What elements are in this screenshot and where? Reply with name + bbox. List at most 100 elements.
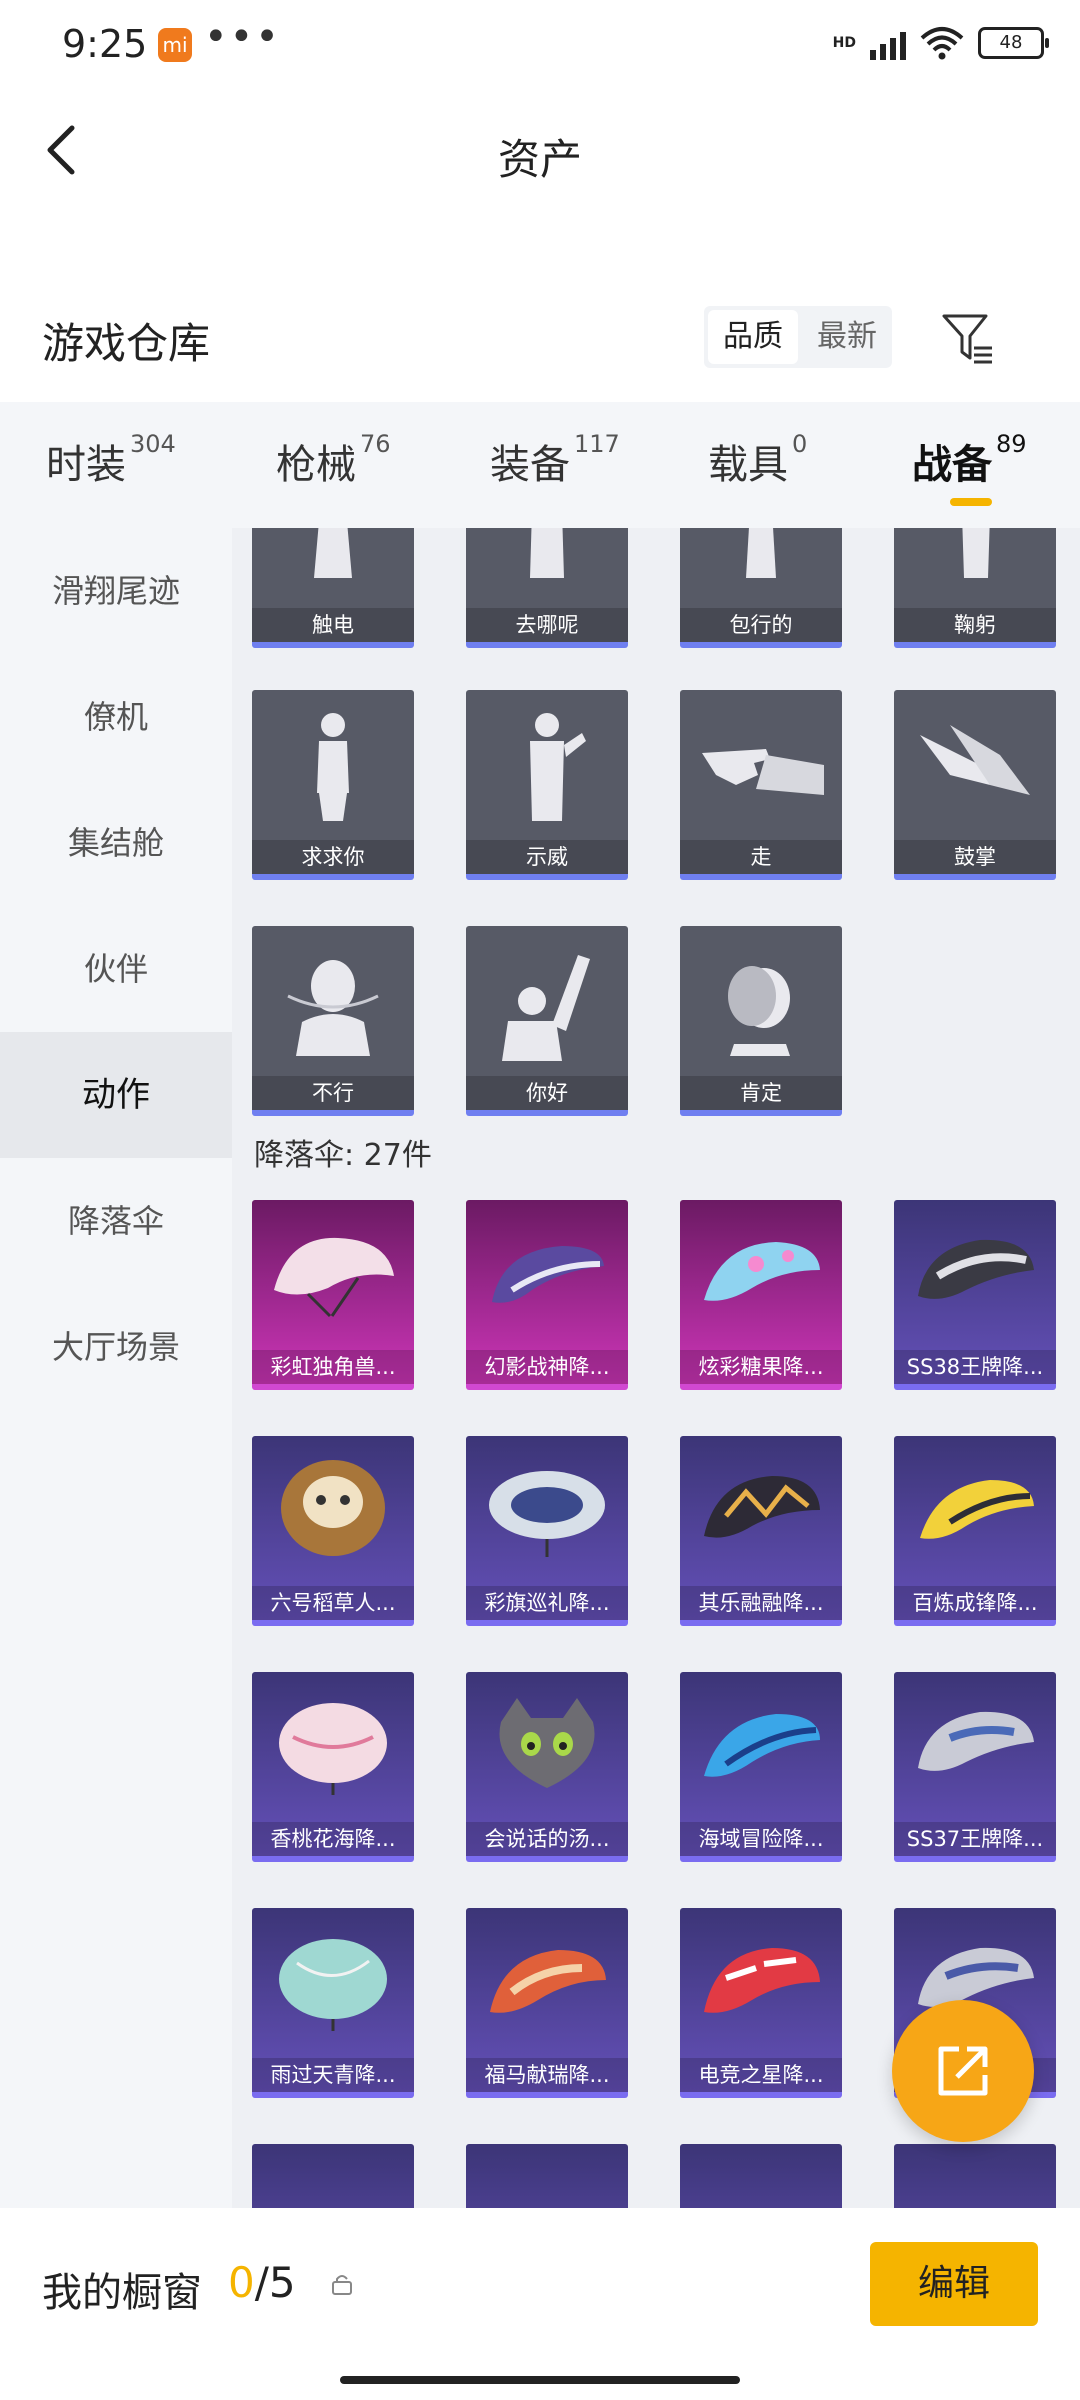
parachute-item[interactable]: 香桃花海降... [252,1672,414,1862]
item-caption: 鼓掌 [894,840,1056,874]
action-item[interactable]: 去哪呢 [466,528,628,648]
sort-newest-button[interactable]: 最新 [802,306,892,368]
item-caption: 不行 [252,1076,414,1110]
tab-label: 时装 [46,442,126,488]
tab-label: 战备 [912,442,992,488]
tab-label: 装备 [490,442,570,488]
tab-vehicles[interactable]: 载具 0 [708,430,808,490]
flexing-figure-icon [466,690,628,840]
item-caption: 去哪呢 [466,608,628,642]
showcase-label: 我的橱窗 [42,2270,202,2316]
sort-quality-button[interactable]: 品质 [708,310,798,364]
parachute-item[interactable]: 彩虹独角兽... [252,1200,414,1390]
tab-count: 89 [996,430,1027,458]
home-indicator[interactable] [340,2376,740,2384]
mi-app-icon: mi [158,28,192,62]
action-item[interactable]: 求求你 [252,690,414,880]
item-caption: SS37王牌降... [894,1822,1056,1856]
parachute-item[interactable] [894,2144,1056,2208]
item-caption: 会说话的汤... [466,1822,628,1856]
parachute-section-label: 降落伞: 27件 [254,1138,432,1173]
showcase-count: 0/5 [228,2258,296,2307]
parachute-icon [680,2144,842,2208]
dancer-figure-icon [252,528,414,608]
item-caption: 福马献瑞降... [466,2058,628,2092]
item-caption: 香桃花海降... [252,1822,414,1856]
item-caption: 六号稻草人... [252,1586,414,1620]
action-item[interactable]: 鼓掌 [894,690,1056,880]
tab-fashion[interactable]: 时装 304 [46,430,176,490]
action-item[interactable]: 你好 [466,926,628,1116]
parachute-icon [252,1436,414,1586]
cat-parachute-icon [466,1672,628,1822]
parachute-item[interactable]: 福马献瑞降... [466,1908,628,2098]
network-label: HD [832,35,856,51]
item-caption: 示威 [466,840,628,874]
waving-figure-icon [466,926,628,1076]
parachute-item[interactable]: 电竞之星降... [680,1908,842,2098]
battery-icon: 48 [978,27,1049,59]
share-fab-button[interactable] [892,2000,1034,2142]
item-caption: 走 [680,840,842,874]
parachute-icon [894,2144,1056,2208]
parachute-icon [680,1672,842,1822]
action-item[interactable]: 鞠躬 [894,528,1056,648]
parachute-item[interactable]: 炫彩糖果降... [680,1200,842,1390]
parachute-item[interactable]: SS37王牌降... [894,1672,1056,1862]
wifi-icon [920,27,964,60]
item-caption: 求求你 [252,840,414,874]
parachute-icon [466,1436,628,1586]
parachute-item[interactable]: 其乐融融降... [680,1436,842,1626]
action-item[interactable]: 示威 [466,690,628,880]
sidebar-item-glide-trail[interactable]: 滑翔尾迹 [0,528,232,654]
sidebar-item-assembly-pod[interactable]: 集结舱 [0,780,232,906]
parachute-item[interactable]: 会说话的汤... [466,1672,628,1862]
parachute-item[interactable] [466,2144,628,2208]
tab-combat-gear[interactable]: 战备 89 [912,430,1027,490]
item-caption: SS38王牌降... [894,1350,1056,1384]
begging-figure-icon [252,690,414,840]
parachute-item[interactable]: 海域冒险降... [680,1672,842,1862]
sidebar: 滑翔尾迹 僚机 集结舱 伙伴 动作 降落伞 大厅场景 [0,528,232,2208]
action-item[interactable]: 触电 [252,528,414,648]
item-caption: 鞠躬 [894,608,1056,642]
item-caption: 彩旗巡礼降... [466,1586,628,1620]
parachute-item[interactable]: 幻影战神降... [466,1200,628,1390]
action-item[interactable]: 肯定 [680,926,842,1116]
tab-equipment[interactable]: 装备 117 [490,430,620,490]
item-caption: 触电 [252,608,414,642]
parachute-item[interactable]: 彩旗巡礼降... [466,1436,628,1626]
parachute-icon [466,2144,628,2208]
pointing-hand-icon [680,690,842,840]
parachute-item[interactable] [252,2144,414,2208]
tab-firearms[interactable]: 枪械 76 [276,430,391,490]
item-caption: 你好 [466,1076,628,1110]
tab-label: 载具 [708,442,788,488]
sidebar-item-wingman[interactable]: 僚机 [0,654,232,780]
parachute-item[interactable]: 百炼成锋降... [894,1436,1056,1626]
sidebar-item-lobby-scene[interactable]: 大厅场景 [0,1284,232,1410]
action-item[interactable]: 走 [680,690,842,880]
filter-icon[interactable] [940,310,996,366]
parachute-icon [252,2144,414,2208]
sidebar-item-actions[interactable]: 动作 [0,1032,232,1158]
parachute-item[interactable]: SS38王牌降... [894,1200,1056,1390]
parachute-item[interactable] [680,2144,842,2208]
parachute-icon [466,1908,628,2058]
parachute-item[interactable]: 雨过天青降... [252,1908,414,2098]
sidebar-item-parachute[interactable]: 降落伞 [0,1158,232,1284]
edit-button[interactable]: 编辑 [870,2242,1038,2326]
action-item[interactable]: 包行的 [680,528,842,648]
sort-toggle: 品质 最新 [704,306,892,368]
action-item[interactable]: 不行 [252,926,414,1116]
bowing-figure-icon [894,528,1056,608]
status-bar: 9:25 mi ••• HD 48 [0,0,1080,92]
sidebar-item-companion[interactable]: 伙伴 [0,906,232,1032]
parachute-item[interactable]: 六号稻草人... [252,1436,414,1626]
parachute-icon [252,1672,414,1822]
dancer-figure-icon [466,528,628,608]
warehouse-title: 游戏仓库 [42,319,211,368]
tab-label: 枪械 [276,442,356,488]
status-time: 9:25 [62,22,148,66]
tab-count: 0 [792,430,808,458]
